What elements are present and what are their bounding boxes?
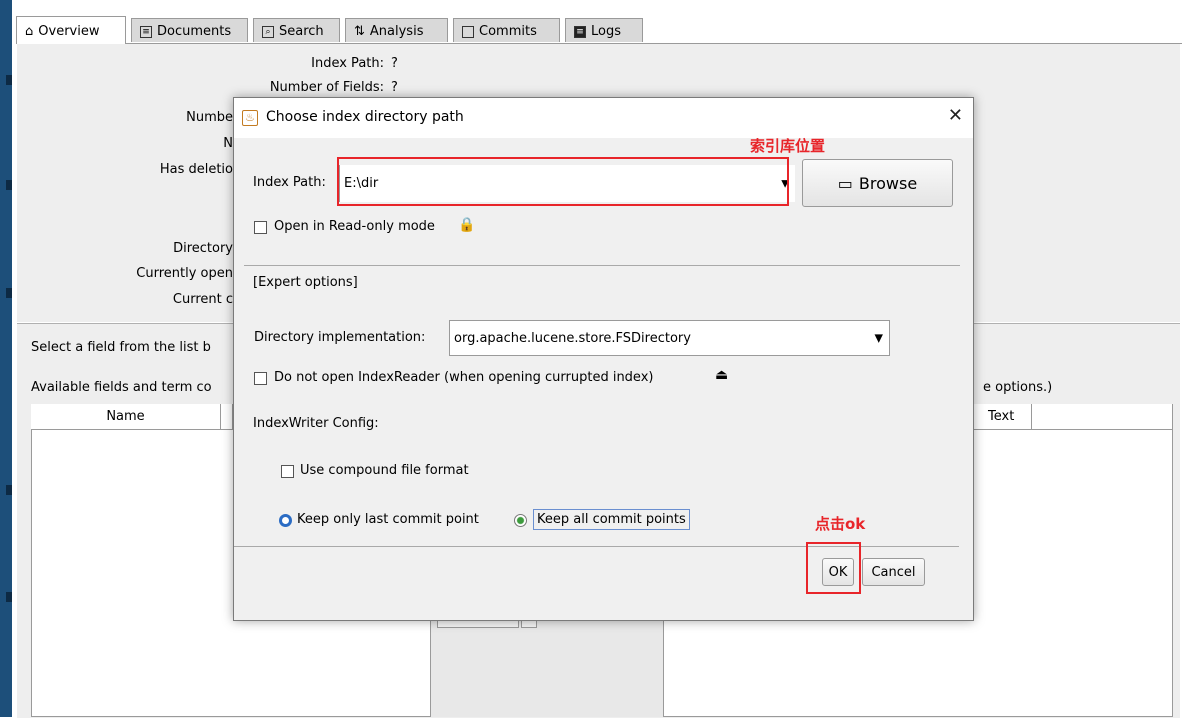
column-header-name[interactable]: Name <box>31 404 221 430</box>
tab-documents[interactable]: ≡ Documents <box>131 18 248 42</box>
browse-label: Browse <box>858 173 918 193</box>
keep-all-radio[interactable] <box>514 514 527 527</box>
tab-commits[interactable]: Commits <box>453 18 560 42</box>
annotation-index-location: 索引库位置 <box>750 137 826 155</box>
commits-icon <box>462 25 474 38</box>
analysis-icon: ⇅ <box>354 24 365 39</box>
document-icon: ≡ <box>140 25 152 38</box>
compound-checkbox[interactable] <box>281 465 294 478</box>
tab-label: Documents <box>157 24 232 39</box>
column-header-text[interactable]: Text <box>974 404 1032 430</box>
dialog-title-bar[interactable]: ♨ Choose index directory path ✕ <box>234 98 973 138</box>
warning-icon: ⏏ <box>715 367 729 383</box>
dir-impl-value: org.apache.lucene.store.FSDirectory <box>454 330 691 346</box>
java-icon: ♨ <box>242 110 258 126</box>
index-path-value: ? <box>391 56 398 71</box>
cancel-button[interactable]: Cancel <box>862 558 925 586</box>
logs-icon: ≡ <box>574 25 586 38</box>
options-hint: e options.) <box>983 380 1053 395</box>
num-fields-label: Number of Fields: <box>269 80 384 95</box>
keep-last-label: Keep only last commit point <box>297 512 479 527</box>
tab-strip: ⌂ Overview ≡ Documents ⌕ Search ⇅ Analys… <box>16 16 1182 44</box>
dir-impl-label: Directory implementation: <box>254 330 426 345</box>
tab-label: Commits <box>479 24 537 39</box>
available-fields-text: Available fields and term co <box>31 380 212 395</box>
num-fields-value: ? <box>391 80 398 95</box>
no-reader-label: Do not open IndexReader (when opening cu… <box>274 370 654 385</box>
expert-options-heading: [Expert options] <box>253 275 358 290</box>
has-deletions-label: Has deletio <box>159 162 233 177</box>
no-reader-checkbox[interactable] <box>254 372 267 385</box>
index-path-label: Index Path: <box>253 175 326 190</box>
column-header-label: Text <box>988 409 1015 424</box>
index-path-label: Index Path: <box>311 56 384 71</box>
column-header-label: Name <box>106 409 145 424</box>
tab-label: Search <box>279 24 324 39</box>
current-commit-label: Current c <box>172 292 233 307</box>
num-terms-label: N <box>223 136 233 151</box>
search-icon: ⌕ <box>262 25 274 38</box>
cancel-label: Cancel <box>871 564 916 580</box>
folder-icon: ▭ <box>837 173 853 193</box>
chevron-down-icon: ▼ <box>874 331 883 345</box>
column-header[interactable] <box>221 404 233 430</box>
compound-label: Use compound file format <box>300 463 469 478</box>
dir-impl-select[interactable]: org.apache.lucene.store.FSDirectory ▼ <box>449 320 890 356</box>
num-docs-label: Numbe <box>186 110 233 125</box>
tab-analysis[interactable]: ⇅ Analysis <box>345 18 448 42</box>
tab-label: Logs <box>591 24 621 39</box>
directory-label: Directory <box>173 241 233 256</box>
window-left-edge <box>0 0 12 717</box>
annotation-box-index-path <box>337 157 789 206</box>
tab-label: Analysis <box>369 24 424 39</box>
lock-icon: 🔒 <box>458 217 476 233</box>
home-icon: ⌂ <box>25 24 34 39</box>
keep-all-label: Keep all commit points <box>533 509 690 530</box>
tab-label: Overview <box>38 24 100 39</box>
close-icon[interactable]: ✕ <box>948 106 963 126</box>
readonly-checkbox[interactable] <box>254 221 267 234</box>
browse-button[interactable]: ▭ Browse <box>802 159 953 207</box>
select-field-text: Select a field from the list b <box>31 340 211 355</box>
separator <box>244 265 960 266</box>
dialog-title: Choose index directory path <box>266 109 464 125</box>
readonly-label: Open in Read-only mode <box>274 219 435 234</box>
annotation-click-ok: 点击ok <box>815 515 866 533</box>
iw-config-label: IndexWriter Config: <box>253 416 379 431</box>
tab-search[interactable]: ⌕ Search <box>253 18 340 42</box>
column-header[interactable] <box>1032 404 1173 430</box>
tab-overview[interactable]: ⌂ Overview <box>16 16 126 44</box>
tab-logs[interactable]: ≡ Logs <box>565 18 643 42</box>
annotation-box-ok <box>806 542 861 594</box>
keep-last-radio[interactable] <box>279 514 292 527</box>
currently-open-label: Currently open <box>136 266 233 281</box>
